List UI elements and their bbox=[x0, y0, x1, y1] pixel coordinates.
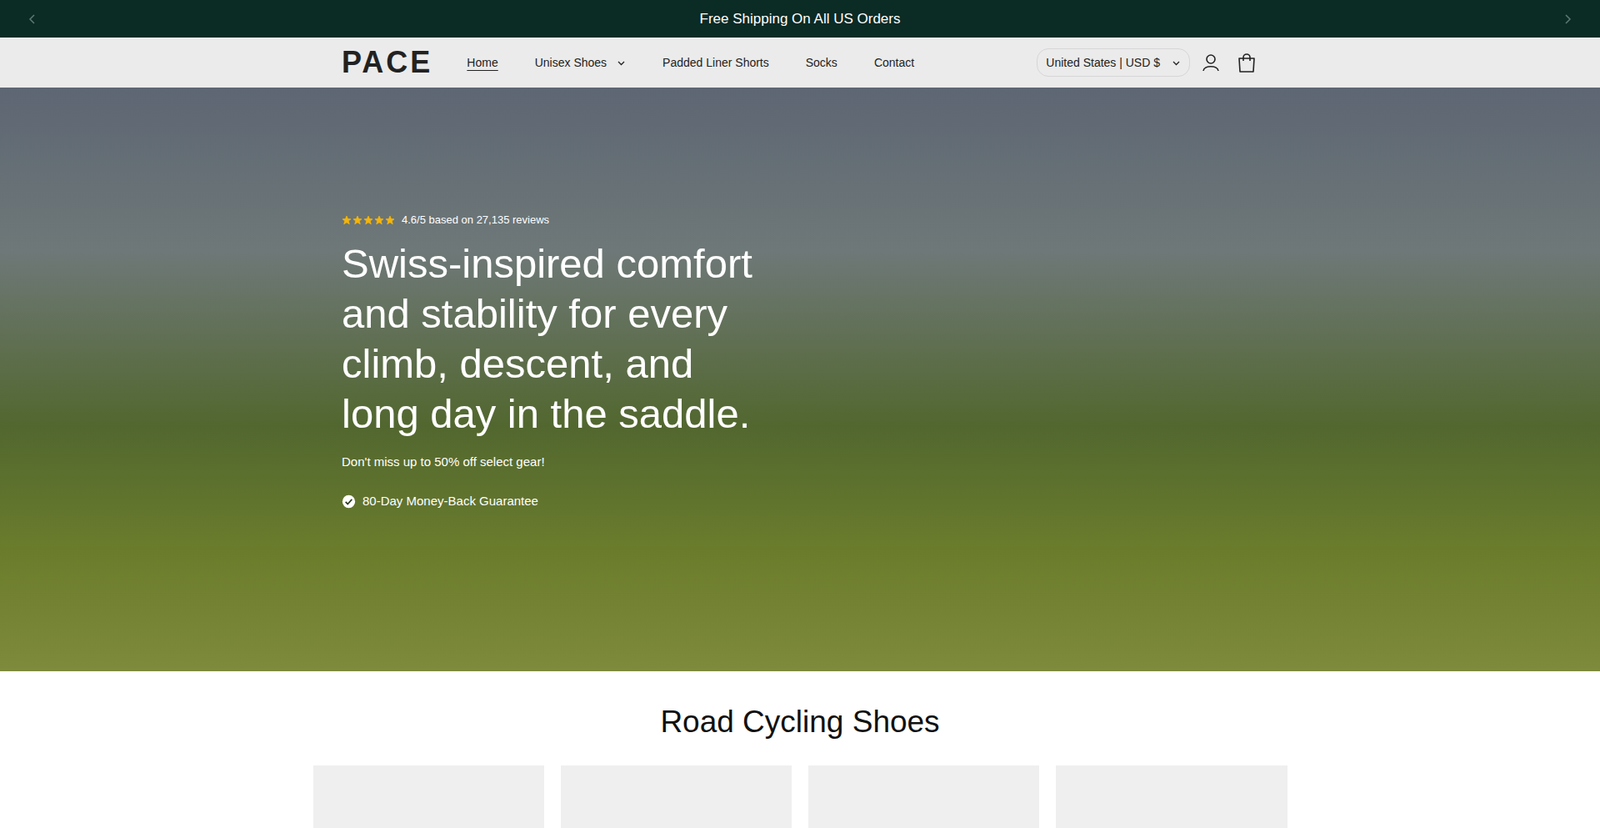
hero-subtext: Don't miss up to 50% off select gear! bbox=[341, 452, 1259, 471]
rating-text: 4.6/5 based on 27,135 reviews bbox=[401, 211, 550, 229]
rating-row: 4.6/5 based on 27,135 reviews bbox=[341, 212, 1259, 228]
hero-banner: 4.6/5 based on 27,135 reviews Swiss-inspi… bbox=[0, 87, 1600, 671]
nav-label[interactable]: Contact bbox=[874, 54, 915, 72]
guarantee: 80-Day Money-Back Guarantee bbox=[341, 491, 1259, 511]
nav-label[interactable]: Home bbox=[466, 54, 498, 72]
nav-label[interactable]: Padded Liner Shorts bbox=[662, 54, 770, 72]
main-nav: Home Unisex Shoes Padded Liner Shorts Socks… bbox=[466, 54, 915, 72]
announcement-text: Free Shipping On All US Orders bbox=[700, 8, 901, 30]
guarantee-text: 80-Day Money-Back Guarantee bbox=[362, 491, 539, 511]
star-icon bbox=[385, 215, 395, 225]
chevron-down-icon[interactable] bbox=[616, 58, 626, 68]
hero-heading: Swiss-inspired comfort and stability for… bbox=[341, 238, 759, 439]
product-card[interactable] bbox=[313, 765, 545, 828]
country-selector[interactable]: United States | USD $ bbox=[1036, 48, 1190, 77]
product-card[interactable] bbox=[808, 765, 1040, 828]
nav-item[interactable]: Contact bbox=[874, 54, 915, 72]
product-card[interactable] bbox=[560, 765, 792, 828]
cart-icon[interactable] bbox=[1235, 50, 1259, 75]
country-selector-label[interactable]: United States | USD $ bbox=[1045, 54, 1160, 72]
announcement-bar: Free Shipping On All US Orders bbox=[0, 0, 1600, 38]
product-card[interactable] bbox=[1055, 765, 1287, 828]
nav-label[interactable]: Unisex Shoes bbox=[535, 54, 607, 72]
stars bbox=[341, 215, 395, 225]
product-section: Road Cycling Shoes bbox=[0, 670, 1600, 828]
section-title: Road Cycling Shoes bbox=[660, 703, 940, 740]
star-icon bbox=[374, 215, 385, 225]
nav-item[interactable]: Padded Liner Shorts bbox=[662, 54, 770, 72]
star-icon bbox=[341, 215, 352, 225]
account-icon[interactable] bbox=[1200, 51, 1222, 74]
chevron-left-icon[interactable] bbox=[26, 13, 39, 25]
check-badge-icon bbox=[341, 494, 356, 509]
nav-label[interactable]: Socks bbox=[805, 54, 838, 72]
nav-item[interactable]: Unisex Shoes bbox=[535, 54, 626, 72]
nav-item[interactable]: Home bbox=[466, 54, 498, 72]
chevron-right-icon[interactable] bbox=[1561, 13, 1574, 25]
header: PACE Home Unisex Shoes Padded Liner Shorts S… bbox=[0, 37, 1600, 88]
chevron-down-icon bbox=[1171, 58, 1181, 68]
logo[interactable]: PACE bbox=[341, 47, 433, 78]
star-icon bbox=[363, 215, 374, 225]
nav-item[interactable]: Socks bbox=[805, 54, 838, 72]
star-icon bbox=[352, 215, 363, 225]
